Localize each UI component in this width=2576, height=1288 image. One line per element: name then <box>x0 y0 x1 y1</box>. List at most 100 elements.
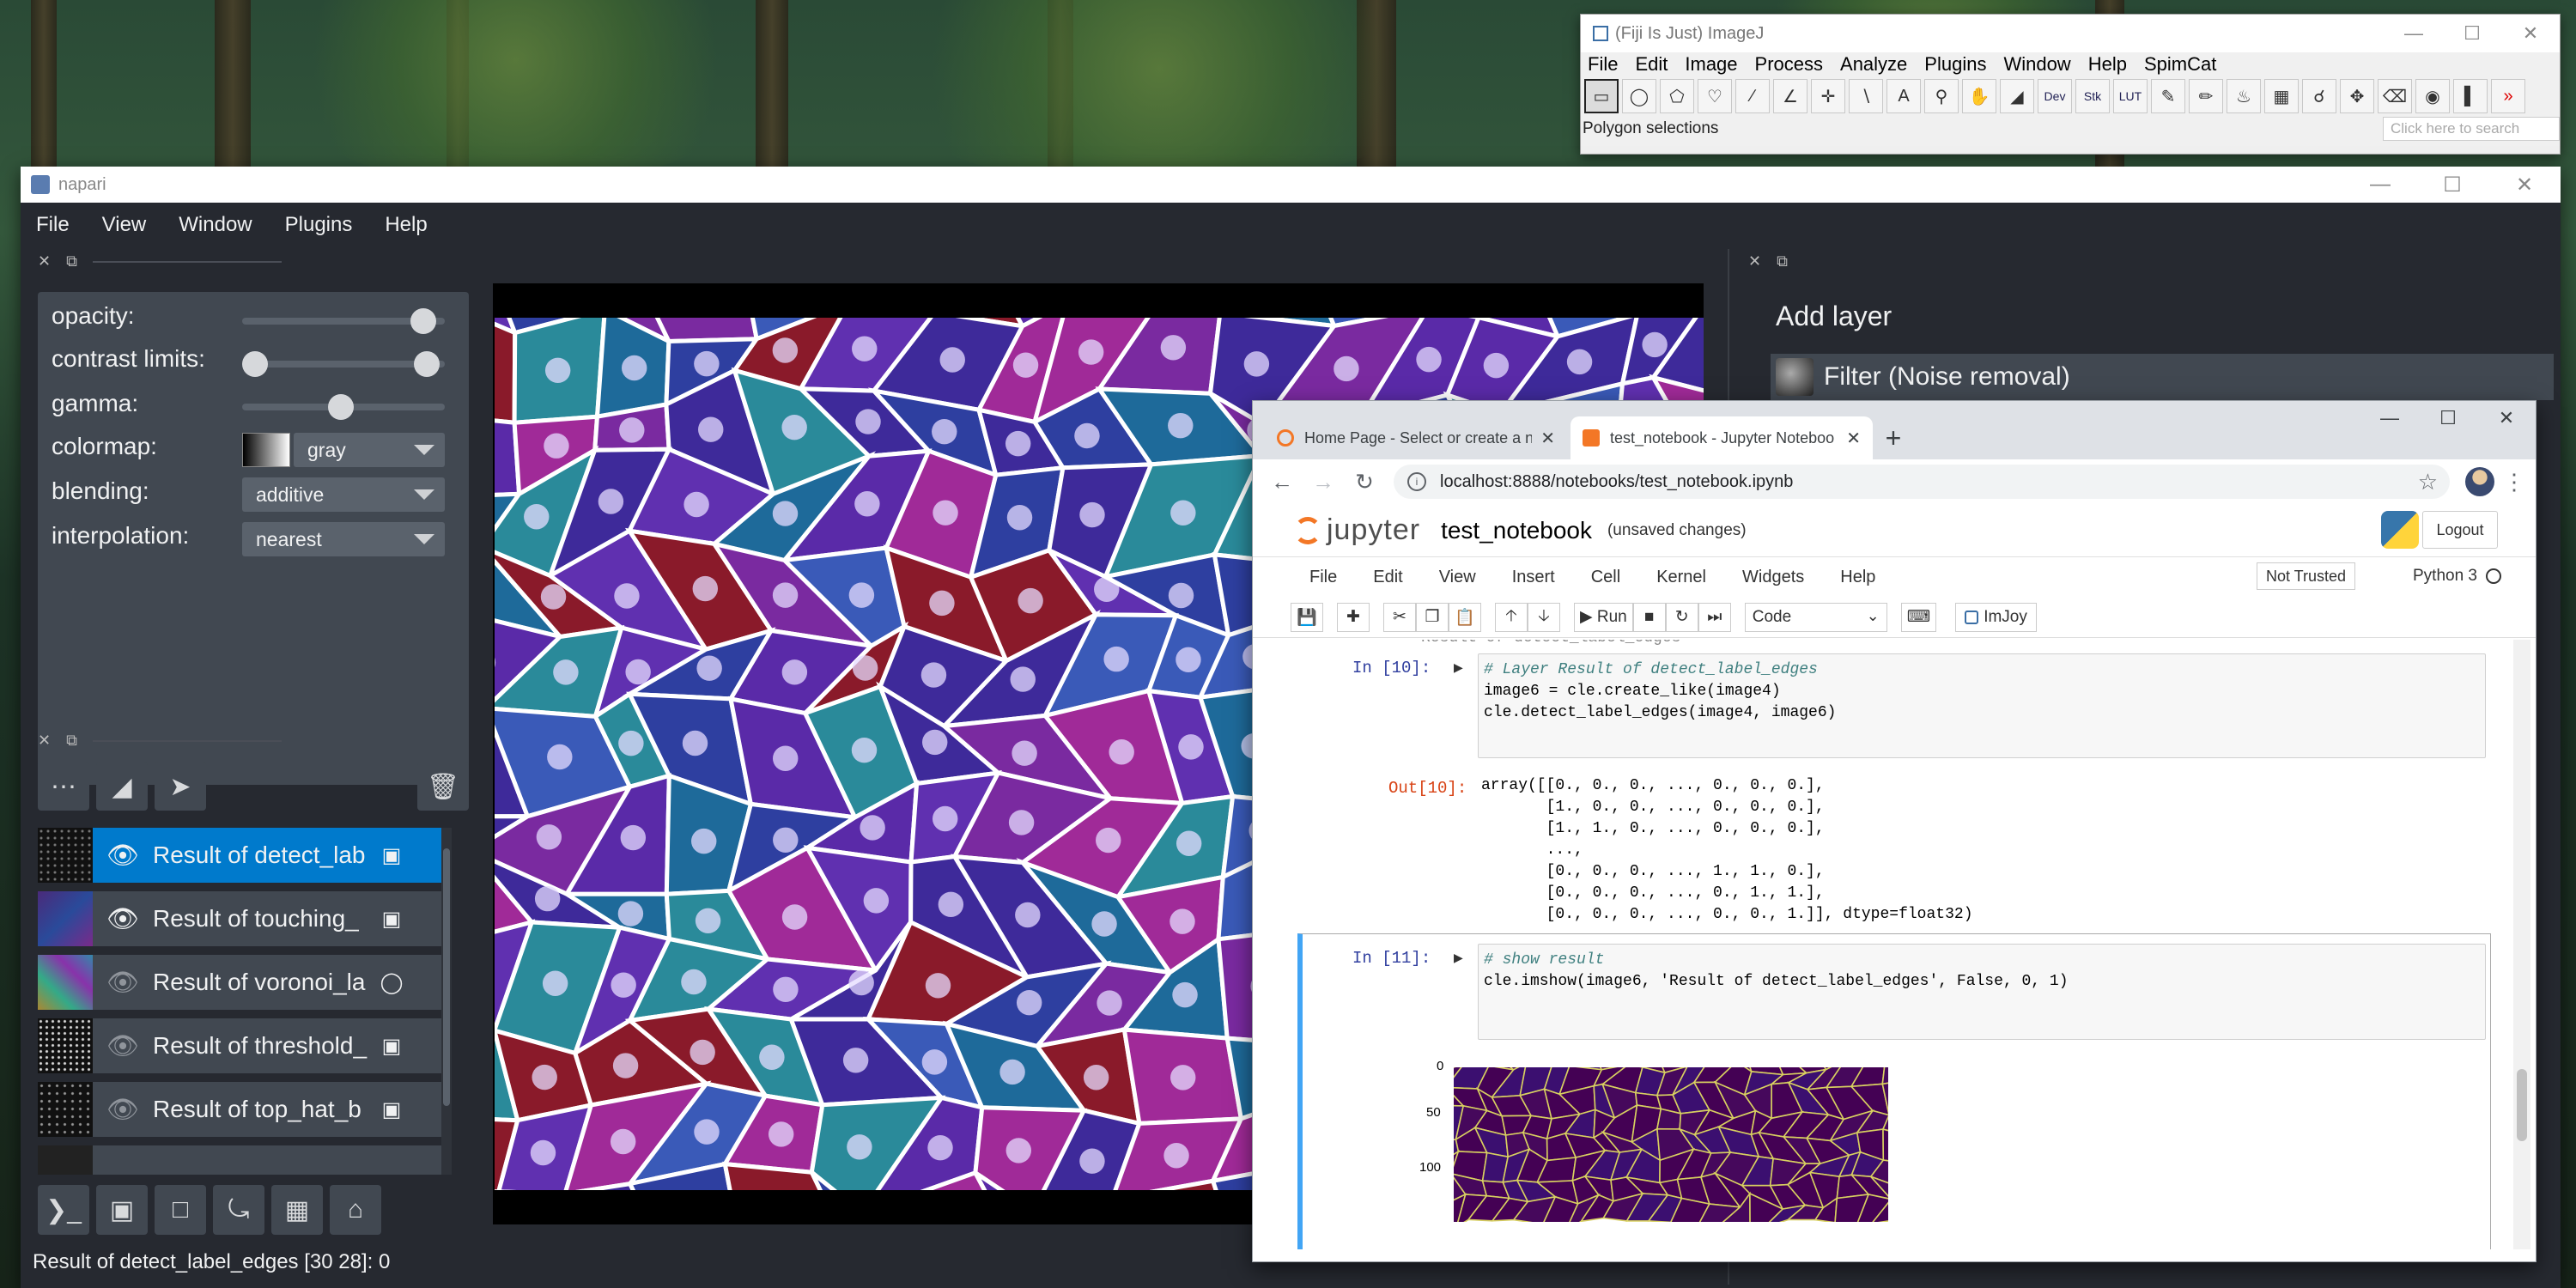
move-tool-icon[interactable]: ✥ <box>2340 79 2374 113</box>
visibility-eye-off-icon[interactable]: 👁 <box>93 1031 153 1061</box>
copy-icon[interactable]: ❐ <box>1416 602 1449 632</box>
napari-menu-plugins[interactable]: Plugins <box>285 213 353 237</box>
delete-layer-icon[interactable]: 🗑 <box>417 762 469 811</box>
dock-float-icon[interactable]: ⧉ <box>66 732 77 750</box>
command-palette-icon[interactable]: ⌨ <box>1900 602 1937 632</box>
jupyter-menu-cell[interactable]: Cell <box>1591 568 1620 587</box>
polygon-tool-icon[interactable]: ⬠ <box>1660 79 1694 113</box>
lut-tool-icon[interactable]: LUT <box>2113 79 2148 113</box>
reload-icon[interactable]: ↻ <box>1344 469 1385 495</box>
contrast-limits-slider[interactable] <box>242 351 445 377</box>
maximize-icon[interactable]: ☐ <box>2443 22 2501 45</box>
hand-tool-icon[interactable]: ✋ <box>1962 79 1996 113</box>
forward-arrow-icon[interactable]: → <box>1303 469 1344 495</box>
camera-tool-icon[interactable]: ◉ <box>2415 79 2450 113</box>
imagej-menu-spimcat[interactable]: SpimCat <box>2144 53 2216 76</box>
run-cell-icon[interactable]: ▶ <box>1454 951 1466 964</box>
logout-button[interactable]: Logout <box>2422 511 2498 549</box>
visibility-eye-off-icon[interactable]: 👁 <box>93 968 153 998</box>
profile-avatar[interactable] <box>2465 467 2494 496</box>
line-tool-icon[interactable]: ∕ <box>1735 79 1770 113</box>
napari-menu-view[interactable]: View <box>102 213 147 237</box>
blending-dropdown[interactable]: additive <box>242 477 445 512</box>
close-icon[interactable]: ✕ <box>2477 401 2536 435</box>
imjoy-button[interactable]: ImJoy <box>1955 602 2037 632</box>
layer-item[interactable]: 👁 Result of detect_lab ▣ <box>38 828 447 883</box>
imagej-menu-edit[interactable]: Edit <box>1635 53 1668 76</box>
run-cell-icon[interactable]: ▶ <box>1454 660 1466 674</box>
gradient-tool-icon[interactable]: ▌ <box>2453 79 2488 113</box>
layer-name[interactable]: Result of voronoi_la <box>153 969 368 996</box>
jupyter-menu-widgets[interactable]: Widgets <box>1742 568 1804 587</box>
filter-noise-removal-item[interactable]: Filter (Noise removal) <box>1771 354 2554 400</box>
ndisplay-3d-icon[interactable]: ▣ <box>96 1185 148 1235</box>
notebook-scrollbar-thumb[interactable] <box>2517 1069 2527 1141</box>
close-icon[interactable]: ✕ <box>2488 173 2561 197</box>
code-cell-11[interactable]: # show result cle.imshow(image6, 'Result… <box>1478 944 2486 1040</box>
layer-name[interactable]: Result of touching_ <box>153 905 368 933</box>
tab-close-icon[interactable]: ✕ <box>1846 428 1861 449</box>
tab-close-icon[interactable]: ✕ <box>1540 428 1555 449</box>
jupyter-menu-file[interactable]: File <box>1309 568 1337 587</box>
close-icon[interactable]: ✕ <box>2501 22 2560 45</box>
colormap-dropdown[interactable]: gray <box>294 433 445 467</box>
site-info-icon[interactable]: i <box>1407 472 1426 491</box>
napari-menu-window[interactable]: Window <box>179 213 252 237</box>
layer-item-partial[interactable] <box>38 1145 447 1175</box>
layer-item[interactable]: 👁 Result of threshold_ ▣ <box>38 1018 447 1073</box>
visibility-eye-icon[interactable]: 👁 <box>93 841 153 871</box>
imagej-search-input[interactable]: Click here to search <box>2383 117 2560 141</box>
imagej-menu-help[interactable]: Help <box>2088 53 2127 76</box>
layer-name[interactable]: Result of detect_lab <box>153 841 368 869</box>
interpolation-dropdown[interactable]: nearest <box>242 522 445 556</box>
imagej-menu-plugins[interactable]: Plugins <box>1924 53 1986 76</box>
maximize-icon[interactable]: ☐ <box>2416 173 2488 197</box>
brush-tool-icon[interactable]: ✏ <box>2189 79 2223 113</box>
home-icon[interactable]: ⌂ <box>330 1185 381 1235</box>
browser-menu-icon[interactable]: ⋮ <box>2501 469 2527 495</box>
pencil-tool-icon[interactable]: ✎ <box>2151 79 2185 113</box>
restart-run-all-icon[interactable]: ⏭ <box>1698 602 1731 632</box>
jupyter-menu-view[interactable]: View <box>1439 568 1476 587</box>
url-bar[interactable]: i localhost:8888/notebooks/test_notebook… <box>1394 465 2450 499</box>
layer-item[interactable]: 👁 Result of touching_ ▣ <box>38 891 447 946</box>
imagej-menu-window[interactable]: Window <box>2003 53 2070 76</box>
new-points-layer-icon[interactable]: ⋯ <box>38 762 89 811</box>
layer-item[interactable]: 👁 Result of top_hat_b ▣ <box>38 1082 447 1137</box>
save-icon[interactable]: 💾 <box>1291 602 1323 632</box>
dock-float-icon[interactable]: ⧉ <box>66 252 77 270</box>
new-tab-icon[interactable]: + <box>1876 416 1911 459</box>
dock-close-icon[interactable]: ✕ <box>38 252 51 270</box>
visibility-eye-off-icon[interactable]: 👁 <box>93 1095 153 1125</box>
jupyter-menu-edit[interactable]: Edit <box>1373 568 1402 587</box>
bookmark-star-icon[interactable]: ☆ <box>2418 469 2438 495</box>
imagej-menu-analyze[interactable]: Analyze <box>1840 53 1907 76</box>
cut-icon[interactable]: ✂ <box>1383 602 1416 632</box>
magnifier-tool-icon[interactable]: ⚲ <box>1924 79 1959 113</box>
jupyter-menu-kernel[interactable]: Kernel <box>1656 568 1706 587</box>
napari-menu-file[interactable]: File <box>36 213 70 237</box>
visibility-eye-icon[interactable]: 👁 <box>93 904 153 934</box>
jupyter-menu-help[interactable]: Help <box>1840 568 1875 587</box>
tab-home-page[interactable]: Home Page - Select or create a n ✕ <box>1265 416 1567 459</box>
move-up-icon[interactable]: 🡡 <box>1495 602 1528 632</box>
more-tools-icon[interactable]: » <box>2491 79 2525 113</box>
point-tool-icon[interactable]: ✛ <box>1811 79 1845 113</box>
restart-icon[interactable]: ↻ <box>1665 602 1698 632</box>
jupyter-logo[interactable]: jupyter <box>1294 513 1420 547</box>
notebook-scrollbar[interactable] <box>2513 640 2530 1249</box>
layer-item[interactable]: 👁 Result of voronoi_la ◯ <box>38 955 447 1010</box>
wand-tool-icon[interactable]: ∖ <box>1849 79 1883 113</box>
dock-close-icon[interactable]: ✕ <box>38 732 51 750</box>
stk-tool-icon[interactable]: Stk <box>2075 79 2110 113</box>
new-labels-layer-icon[interactable]: ➤ <box>155 762 206 811</box>
eraser-tool-icon[interactable]: ⌫ <box>2378 79 2412 113</box>
new-shapes-layer-icon[interactable]: ◢ <box>96 762 148 811</box>
grid-icon[interactable]: ▦ <box>271 1185 323 1235</box>
cell-type-select[interactable]: Code ⌄ <box>1744 602 1887 632</box>
paste-icon[interactable]: 📋 <box>1449 602 1481 632</box>
back-arrow-icon[interactable]: ← <box>1261 469 1303 495</box>
opacity-slider[interactable] <box>242 308 445 334</box>
dock-float-icon[interactable]: ⧉ <box>1777 252 1788 270</box>
run-button[interactable]: ▶ Run <box>1574 602 1633 632</box>
